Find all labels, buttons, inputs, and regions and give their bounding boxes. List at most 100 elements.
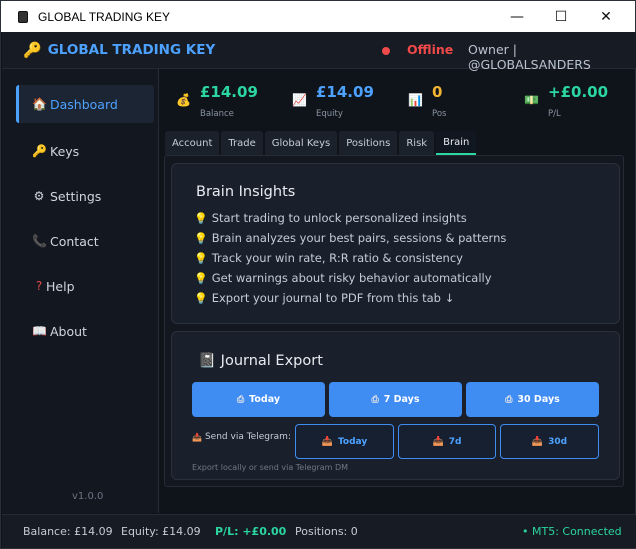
- stat-value: +£0.00: [548, 83, 609, 101]
- tab-global-keys[interactable]: Global Keys: [264, 131, 338, 155]
- insight-item: 💡 Brain analyzes your best pairs, sessio…: [194, 231, 506, 245]
- gear-icon: ⚙: [33, 189, 45, 203]
- tab-trade[interactable]: Trade: [221, 131, 263, 155]
- button-label: Today: [249, 394, 281, 405]
- insight-item: 💡 Track your win rate, R:R ratio & consi…: [194, 251, 463, 265]
- brain-insights-card: Brain Insights 💡 Start trading to unlock…: [171, 163, 620, 324]
- stat-equity: 📈 £14.09 Equity: [292, 81, 392, 121]
- insight-text: Export your journal to PDF from this tab…: [211, 291, 455, 305]
- app-header: 🔑 GLOBAL TRADING KEY Offline Owner | @GL…: [2, 32, 636, 72]
- connection-status: Offline: [407, 42, 454, 57]
- inbox-icon: 📥: [432, 436, 444, 447]
- button-label: 7 Days: [383, 394, 420, 405]
- telegram-30d-button[interactable]: 📥 30d: [500, 424, 599, 459]
- sidebar-item-label: Contact: [50, 233, 99, 249]
- key-icon: 🔑: [23, 41, 42, 59]
- tab-risk[interactable]: Risk: [399, 131, 435, 155]
- inbox-icon: 📥: [531, 436, 544, 447]
- insight-item: 💡 Export your journal to PDF from this t…: [194, 291, 454, 305]
- tab-bar: Account Trade Global Keys Positions Risk…: [165, 131, 478, 155]
- insight-text: Start trading to unlock personalized ins…: [211, 211, 467, 225]
- phone-icon: 📞: [32, 234, 47, 248]
- button-label: Today: [337, 436, 368, 447]
- owner-label: Owner | @GLOBALSANDERS: [468, 42, 591, 72]
- footer-pl: P/L: +£0.00: [215, 525, 287, 538]
- sidebar-item-label: Settings: [50, 188, 102, 204]
- app-title: GLOBAL TRADING KEY: [47, 42, 216, 58]
- app-window-icon: [18, 10, 28, 23]
- sidebar-item-help[interactable]: ? Help: [16, 267, 154, 305]
- journal-export-title: 📓 Journal Export: [198, 352, 323, 369]
- export-hint: Export locally or send via Telegram DM: [192, 463, 349, 472]
- brain-insights-title: Brain Insights: [196, 184, 296, 200]
- tab-brain[interactable]: Brain: [436, 131, 477, 155]
- brain-tab-panel: Brain Insights 💡 Start trading to unlock…: [164, 155, 624, 487]
- button-label: 30d: [548, 436, 568, 447]
- export-7-days-button[interactable]: ⎙ 7 Days: [329, 382, 462, 417]
- lightbulb-icon: 💡: [194, 271, 208, 285]
- stat-pl: 💵 +£0.00 P/L: [524, 81, 624, 121]
- sidebar-item-settings[interactable]: ⚙ Settings: [16, 177, 154, 215]
- sidebar-item-label: About: [50, 323, 87, 339]
- telegram-label-text: Send via Telegram:: [204, 432, 291, 442]
- question-icon: ?: [35, 279, 43, 293]
- sidebar-item-about[interactable]: 📖 About: [16, 312, 154, 350]
- printer-icon: ⎙: [505, 394, 513, 405]
- insight-text: Track your win rate, R:R ratio & consist…: [211, 251, 463, 265]
- journal-export-title-text: Journal Export: [220, 353, 323, 369]
- sidebar-item-label: Keys: [50, 143, 80, 159]
- footer-balance: Balance: £14.09: [23, 525, 113, 538]
- telegram-7d-button[interactable]: 📥 7d: [398, 424, 496, 459]
- insight-item: 💡 Start trading to unlock personalized i…: [194, 211, 467, 225]
- stat-value: £14.09: [200, 83, 258, 101]
- footer-positions: Positions: 0: [295, 525, 358, 538]
- stat-value: 0: [432, 83, 443, 101]
- telegram-label: 📥 Send via Telegram:: [192, 432, 291, 442]
- printer-icon: ⎙: [371, 394, 379, 405]
- minimize-button[interactable]: —: [494, 1, 540, 32]
- stat-label: Equity: [316, 109, 343, 119]
- maximize-button[interactable]: ☐: [538, 1, 584, 32]
- insight-text: Brain analyzes your best pairs, sessions…: [211, 231, 507, 245]
- lightbulb-icon: 💡: [194, 211, 208, 225]
- tab-account[interactable]: Account: [165, 131, 220, 155]
- lightbulb-icon: 💡: [194, 231, 208, 245]
- book-icon: 📖: [32, 324, 47, 338]
- status-bar: Balance: £14.09 Equity: £14.09 P/L: +£0.…: [2, 514, 636, 548]
- cash-icon: 💵: [524, 93, 539, 107]
- sidebar: 🏠 Dashboard 🔑 Keys ⚙ Settings 📞 Contact …: [2, 69, 159, 513]
- lightbulb-icon: 💡: [194, 251, 208, 265]
- stat-label: Balance: [200, 109, 234, 119]
- house-icon: 🏠: [32, 97, 47, 111]
- sidebar-item-dashboard[interactable]: 🏠 Dashboard: [16, 85, 154, 123]
- app-window: GLOBAL TRADING KEY — ☐ ✕ 🔑 GLOBAL TRADIN…: [0, 0, 636, 549]
- footer-equity: Equity: £14.09: [121, 525, 201, 538]
- stat-label: P/L: [548, 109, 561, 119]
- export-today-button[interactable]: ⎙ Today: [192, 382, 325, 417]
- printer-icon: ⎙: [236, 394, 245, 405]
- insight-item: 💡 Get warnings about risky behavior auto…: [194, 271, 492, 285]
- inbox-icon: 📥: [192, 432, 202, 442]
- insight-text: Get warnings about risky behavior automa…: [211, 271, 492, 285]
- inbox-icon: 📥: [321, 436, 333, 447]
- stat-balance: 💰 £14.09 Balance: [176, 81, 276, 121]
- sidebar-item-label: Dashboard: [50, 96, 118, 112]
- money-bag-icon: 💰: [176, 93, 191, 107]
- footer-connection: • MT5: Connected: [522, 525, 622, 538]
- lightbulb-icon: 💡: [194, 291, 208, 305]
- telegram-today-button[interactable]: 📥 Today: [295, 424, 394, 459]
- notebook-icon: 📓: [198, 353, 217, 369]
- export-30-days-button[interactable]: ⎙ 30 Days: [466, 382, 599, 417]
- title-bar: GLOBAL TRADING KEY — ☐ ✕: [1, 1, 635, 32]
- stat-value: £14.09: [316, 83, 374, 101]
- sidebar-item-keys[interactable]: 🔑 Keys: [16, 132, 154, 170]
- bar-chart-icon: 📊: [408, 93, 423, 107]
- close-button[interactable]: ✕: [583, 1, 629, 32]
- stat-positions: 📊 0 Pos: [408, 81, 488, 121]
- tab-positions[interactable]: Positions: [339, 131, 398, 155]
- stat-label: Pos: [432, 109, 447, 119]
- window-title: GLOBAL TRADING KEY: [38, 9, 171, 24]
- app-version: v1.0.0: [72, 491, 104, 502]
- sidebar-item-contact[interactable]: 📞 Contact: [16, 222, 154, 260]
- key-icon: 🔑: [32, 144, 47, 158]
